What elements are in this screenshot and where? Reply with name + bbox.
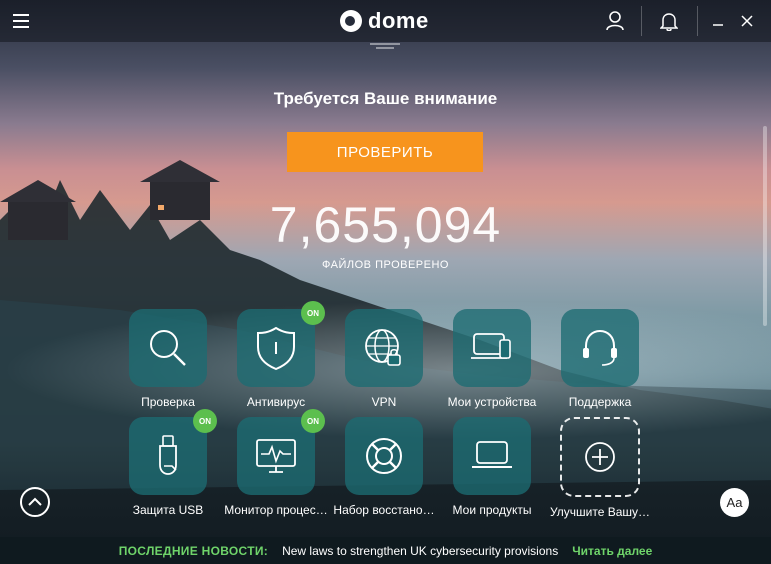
status-badge-on: ON: [301, 409, 325, 433]
plus-icon: [585, 442, 615, 472]
lifebuoy-icon: [366, 438, 402, 474]
files-scanned-label: ФАЙЛОВ ПРОВЕРЕНО: [322, 259, 449, 271]
tile-scan[interactable]: Проверка: [114, 309, 222, 409]
tile-vpn-label: VPN: [371, 395, 397, 409]
tile-support[interactable]: Поддержка: [546, 309, 654, 409]
panel-drop-handle[interactable]: [366, 42, 404, 50]
tile-vpn-box[interactable]: [345, 309, 423, 387]
bell-icon: [660, 13, 678, 31]
account-button[interactable]: [595, 0, 635, 42]
tile-process-monitor-label: Монитор процес…: [224, 503, 328, 517]
attention-heading: Требуется Ваше внимание: [273, 89, 498, 108]
tile-process-monitor[interactable]: ON Монитор процес…: [222, 409, 330, 517]
tile-antivirus[interactable]: ON Антивирус: [222, 301, 330, 409]
status-badge-on: ON: [193, 409, 217, 433]
news-headline[interactable]: New laws to strengthen UK cybersecurity …: [282, 544, 558, 558]
tile-vpn[interactable]: VPN: [330, 309, 438, 409]
laptop-icon: [472, 441, 512, 468]
tile-my-devices-label: Мои устройства: [447, 395, 537, 409]
tile-my-devices-box[interactable]: [453, 309, 531, 387]
tile-process-monitor-box[interactable]: ON: [237, 409, 325, 495]
tile-my-products-label: Мои продукты: [452, 503, 532, 517]
news-label: ПОСЛЕДНИЕ НОВОСТИ:: [118, 543, 269, 558]
tile-usb-protection[interactable]: ON Защита USB: [114, 409, 222, 517]
dome-logo-mark: [340, 10, 362, 32]
scrollbar[interactable]: [763, 126, 767, 326]
tile-upgrade-box[interactable]: [560, 417, 640, 497]
minimize-icon: [713, 24, 723, 26]
shield-icon: [257, 326, 295, 371]
tile-upgrade-label: Улучшите Вашу…: [549, 505, 651, 519]
scroll-up-button[interactable]: [20, 487, 50, 517]
tile-upgrade[interactable]: Улучшите Вашу…: [546, 417, 654, 519]
tile-support-label: Поддержка: [568, 395, 632, 409]
tile-usb-protection-label: Защита USB: [132, 503, 204, 517]
hamburger-menu-icon[interactable]: [13, 14, 29, 28]
devices-icon: [471, 333, 511, 359]
headset-icon: [583, 329, 617, 366]
notifications-button[interactable]: [649, 0, 689, 42]
close-button[interactable]: [729, 0, 765, 42]
process-monitor-icon: [256, 439, 296, 473]
tile-scan-label: Проверка: [141, 395, 195, 409]
status-badge-on: ON: [301, 301, 325, 325]
tile-scan-box[interactable]: [129, 309, 207, 387]
tile-support-box[interactable]: [561, 309, 639, 387]
toolbar-separator: [641, 6, 642, 36]
check-button[interactable]: ПРОВЕРИТЬ: [287, 132, 483, 172]
toolbar-separator: [697, 6, 698, 36]
dome-main-window: dome Требуется Ваше внимание ПРОВЕРИТЬ 7…: [0, 0, 771, 564]
tile-my-products[interactable]: Мои продукты: [438, 417, 546, 517]
news-bar: ПОСЛЕДНИЕ НОВОСТИ: New laws to strengthe…: [0, 537, 771, 564]
globe-lock-icon: [365, 329, 401, 366]
close-icon: [741, 15, 753, 27]
brand-name: dome: [368, 8, 429, 33]
tile-my-products-box[interactable]: [453, 417, 531, 495]
search-icon: [150, 330, 186, 366]
dome-logo: dome: [340, 7, 429, 35]
files-scanned-count: 7,655,094: [269, 197, 502, 253]
read-more-link[interactable]: Читать далее: [572, 544, 652, 558]
chevron-up-icon: [28, 497, 42, 506]
usb-icon: [159, 435, 177, 475]
tile-antivirus-label: Антивирус: [246, 395, 306, 409]
title-bar: dome: [0, 0, 771, 42]
tile-rescue-kit-box[interactable]: [345, 417, 423, 495]
tile-my-devices[interactable]: Мои устройства: [438, 309, 546, 409]
user-icon: [606, 11, 624, 31]
tile-rescue-kit-label: Набор восстано…: [333, 503, 435, 517]
font-size-button[interactable]: Aa: [720, 488, 749, 517]
tile-rescue-kit[interactable]: Набор восстано…: [330, 417, 438, 517]
tile-antivirus-box[interactable]: ON: [237, 301, 325, 387]
tile-usb-protection-box[interactable]: ON: [129, 409, 217, 495]
